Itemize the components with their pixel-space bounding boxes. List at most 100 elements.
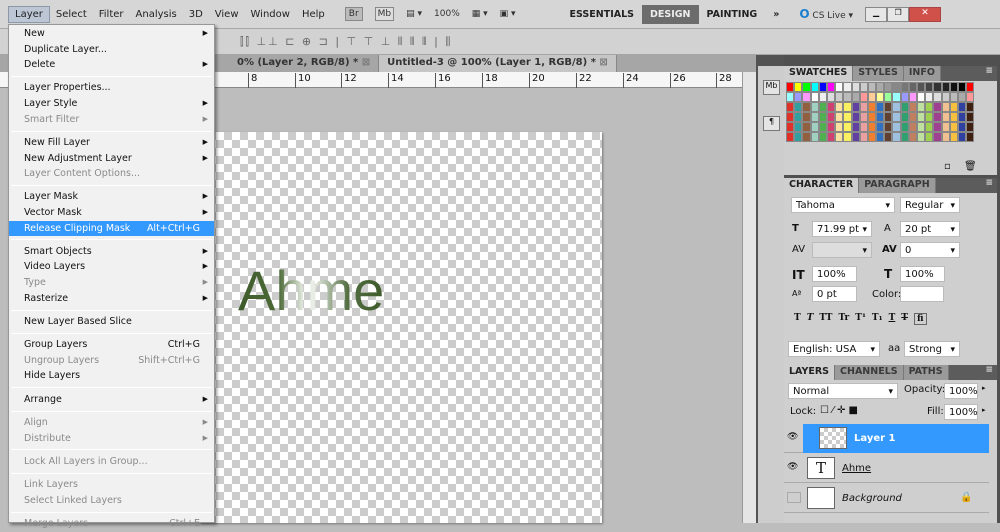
- swatch[interactable]: [786, 82, 795, 92]
- swatch[interactable]: [826, 132, 836, 142]
- swatch[interactable]: [851, 112, 860, 122]
- swatch[interactable]: [908, 122, 917, 132]
- menu-window[interactable]: Window: [245, 7, 296, 22]
- mini-bridge-button[interactable]: Mb: [374, 7, 395, 21]
- swatch[interactable]: [835, 112, 844, 122]
- swatch[interactable]: [908, 132, 917, 142]
- swatch[interactable]: [794, 102, 803, 112]
- swatch[interactable]: [925, 102, 934, 112]
- swatch[interactable]: [925, 82, 934, 92]
- layer-name[interactable]: Layer 1: [854, 433, 895, 444]
- swatch[interactable]: [802, 132, 811, 142]
- swatch[interactable]: [884, 132, 893, 142]
- swatch[interactable]: [810, 82, 819, 92]
- swatch[interactable]: [818, 102, 827, 112]
- swatch[interactable]: [826, 102, 836, 112]
- swatch[interactable]: [908, 112, 917, 122]
- menu-select[interactable]: Select: [50, 7, 93, 22]
- swatch[interactable]: [802, 92, 811, 102]
- swatch[interactable]: [843, 82, 852, 92]
- swatch[interactable]: [957, 122, 967, 132]
- swatch[interactable]: [949, 112, 958, 122]
- swatch[interactable]: [917, 82, 926, 92]
- superscript-button[interactable]: T¹: [855, 313, 866, 325]
- blend-mode-select[interactable]: Normal: [788, 383, 898, 400]
- mini-bridge-icon[interactable]: Mb: [763, 80, 780, 95]
- swatch[interactable]: [867, 82, 877, 92]
- swatch[interactable]: [867, 132, 877, 142]
- swatch[interactable]: [917, 92, 926, 102]
- faux-italic-button[interactable]: T: [807, 313, 814, 325]
- swatch[interactable]: [900, 102, 909, 112]
- small-caps-button[interactable]: Tr: [838, 313, 849, 325]
- swatch[interactable]: [966, 92, 975, 102]
- menu-analysis[interactable]: Analysis: [130, 7, 183, 22]
- swatch[interactable]: [917, 102, 926, 112]
- tab-character[interactable]: CHARACTER: [784, 178, 860, 193]
- swatch[interactable]: [826, 92, 836, 102]
- swatch[interactable]: [957, 82, 967, 92]
- layer-row-layer1[interactable]: 👁 Layer 1: [784, 424, 989, 453]
- visibility-eye-icon[interactable]: 👁: [787, 432, 801, 443]
- swatch[interactable]: [810, 132, 819, 142]
- menu-filter[interactable]: Filter: [93, 7, 130, 22]
- swatch[interactable]: [925, 122, 934, 132]
- swatch[interactable]: [957, 112, 967, 122]
- swatch[interactable]: [949, 132, 958, 142]
- canvas-text-layer[interactable]: Ahme: [238, 258, 384, 323]
- swatch[interactable]: [933, 102, 942, 112]
- swatch[interactable]: [859, 102, 868, 112]
- underline-button[interactable]: T: [889, 313, 896, 325]
- swatch[interactable]: [966, 122, 975, 132]
- swatch[interactable]: [949, 82, 958, 92]
- swatch[interactable]: [900, 122, 909, 132]
- swatch[interactable]: [941, 102, 950, 112]
- panel-menu-icon[interactable]: ≡: [985, 66, 993, 76]
- opacity-arrow-icon[interactable]: ▸: [982, 384, 986, 392]
- swatch[interactable]: [917, 112, 926, 122]
- swatch[interactable]: [851, 82, 860, 92]
- swatch[interactable]: [941, 132, 950, 142]
- minimize-button[interactable]: ▁: [865, 6, 888, 22]
- menu-help[interactable]: Help: [296, 7, 331, 22]
- new-swatch-icon[interactable]: ▫: [944, 161, 951, 172]
- bridge-button[interactable]: Br: [344, 7, 363, 21]
- ligatures-button[interactable]: fi: [913, 313, 927, 325]
- swatch[interactable]: [876, 92, 885, 102]
- menu-item-smart-objects[interactable]: Smart Objects ▶: [9, 244, 214, 260]
- swatch[interactable]: [876, 132, 885, 142]
- swatch[interactable]: [892, 122, 901, 132]
- swatch[interactable]: [917, 132, 926, 142]
- menu-item-new-layer-based-slice[interactable]: New Layer Based Slice: [9, 314, 214, 330]
- vertical-scale-field[interactable]: 100%: [812, 266, 857, 282]
- swatch[interactable]: [876, 112, 885, 122]
- strikethrough-button[interactable]: T: [901, 313, 908, 325]
- workspace-painting[interactable]: PAINTING: [699, 5, 766, 24]
- swatch[interactable]: [851, 132, 860, 142]
- opacity-field[interactable]: 100%: [944, 383, 978, 399]
- swatch[interactable]: [802, 112, 811, 122]
- menu-item-new[interactable]: New ▶: [9, 26, 214, 42]
- swatch[interactable]: [925, 92, 934, 102]
- swatch[interactable]: [818, 122, 827, 132]
- swatch[interactable]: [900, 82, 909, 92]
- swatch[interactable]: [900, 112, 909, 122]
- swatch[interactable]: [786, 102, 795, 112]
- swatch[interactable]: [810, 112, 819, 122]
- swatch[interactable]: [925, 112, 934, 122]
- swatch[interactable]: [802, 102, 811, 112]
- close-button[interactable]: ✕: [909, 6, 942, 22]
- swatch[interactable]: [867, 102, 877, 112]
- swatch[interactable]: [900, 92, 909, 102]
- text-color-swatch[interactable]: [900, 286, 944, 302]
- swatch[interactable]: [867, 92, 877, 102]
- swatch[interactable]: [949, 92, 958, 102]
- swatch[interactable]: [949, 102, 958, 112]
- swatch[interactable]: [786, 122, 795, 132]
- swatch[interactable]: [843, 102, 852, 112]
- character-styles-icon[interactable]: ¶: [763, 116, 780, 131]
- doc-tab-active[interactable]: Untitled-3 @ 100% (Layer 1, RGB/8) * ⊠: [379, 55, 617, 72]
- layer-name[interactable]: Background: [842, 493, 902, 504]
- swatch[interactable]: [933, 112, 942, 122]
- document-canvas[interactable]: [200, 132, 602, 523]
